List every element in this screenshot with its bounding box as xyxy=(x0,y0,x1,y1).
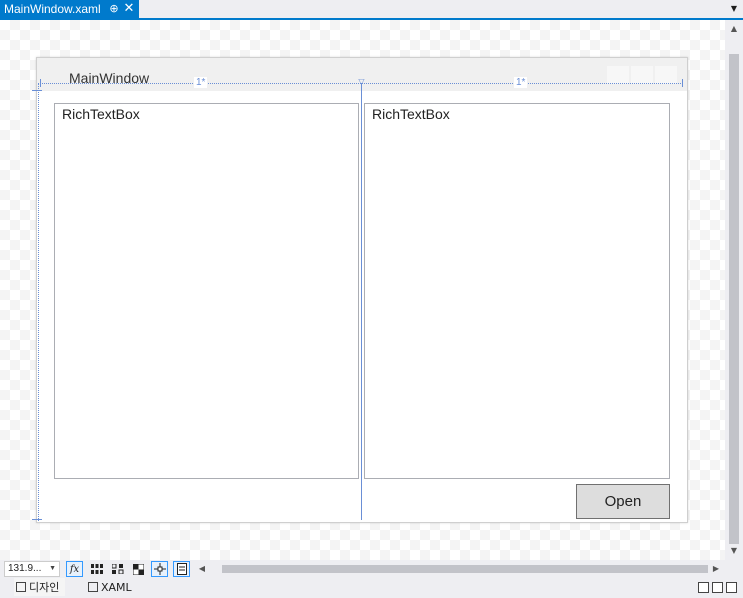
minimize-button xyxy=(607,66,629,84)
horizontal-split-icon[interactable] xyxy=(712,582,723,593)
grid-column-1-width[interactable]: 1* xyxy=(194,77,208,88)
window-titlebar: MainWindow xyxy=(37,58,687,91)
horizontal-scroll-thumb[interactable] xyxy=(222,565,708,573)
document-icon xyxy=(176,563,187,575)
xaml-view-icon xyxy=(88,582,98,592)
tab-xaml[interactable]: XAML xyxy=(84,578,136,596)
grid-row-tick xyxy=(32,519,42,520)
grid-toggle-button[interactable] xyxy=(88,561,105,577)
open-button-label: Open xyxy=(604,493,642,510)
scroll-left-icon[interactable]: ◀ xyxy=(198,563,206,575)
window-close-button xyxy=(655,66,677,84)
zoom-value: 131.9... xyxy=(8,563,42,574)
richtextbox-right-text: RichTextBox xyxy=(372,106,450,122)
chevron-down-icon: ▼ xyxy=(49,565,56,572)
grid-splitter-line[interactable] xyxy=(361,83,362,520)
view-switch-bar: 디자인 XAML xyxy=(0,578,743,598)
richtextbox-left-text: RichTextBox xyxy=(62,106,140,122)
document-tab-strip: MainWindow.xaml ⊕ ✕ ▼ xyxy=(0,0,743,20)
grid-guide-tick xyxy=(40,79,41,87)
tab-design-label: 디자인 xyxy=(29,581,60,594)
design-view-icon xyxy=(16,582,26,592)
close-icon[interactable]: ✕ xyxy=(122,1,136,17)
snaplines-icon xyxy=(153,563,166,575)
zoom-select[interactable]: 131.9... ▼ xyxy=(4,561,60,577)
chevron-down-icon[interactable]: ▼ xyxy=(729,3,739,15)
fx-icon: fx xyxy=(69,563,80,575)
open-button[interactable]: Open xyxy=(576,484,670,519)
effects-button[interactable]: fx xyxy=(66,561,83,577)
scroll-up-icon[interactable]: ▲ xyxy=(729,24,739,34)
maximize-button xyxy=(631,66,653,84)
vertical-scrollbar[interactable]: ▲ ▼ xyxy=(725,20,743,560)
designer-toolbar: 131.9... ▼ fx ◀ ▶ xyxy=(0,560,743,578)
scroll-down-icon[interactable]: ▼ xyxy=(729,546,739,556)
tab-title: MainWindow.xaml xyxy=(4,2,101,16)
richtextbox-left[interactable]: RichTextBox xyxy=(54,103,359,479)
richtextbox-right[interactable]: RichTextBox xyxy=(364,103,670,479)
checkerboard-icon xyxy=(133,563,144,575)
scroll-right-icon[interactable]: ▶ xyxy=(712,563,720,575)
pin-icon[interactable]: ⊕ xyxy=(107,1,121,17)
triangle-down-icon[interactable]: ▽ xyxy=(357,78,366,86)
grid-icon xyxy=(90,564,103,574)
snap-snaplines-button[interactable] xyxy=(151,561,168,577)
grid-row-tick xyxy=(32,90,42,91)
vertical-scroll-thumb[interactable] xyxy=(729,54,739,544)
collapse-pane-icon[interactable] xyxy=(726,582,737,593)
grid-row-guide xyxy=(38,83,39,521)
grid-column-2-width[interactable]: 1* xyxy=(514,77,528,88)
tab-xaml-label: XAML xyxy=(101,580,132,594)
tab-design[interactable]: 디자인 xyxy=(14,578,66,596)
transparency-button[interactable] xyxy=(130,561,147,577)
snap-grid-button[interactable] xyxy=(109,561,126,577)
snap-grid-icon xyxy=(111,564,123,574)
tab-mainwindow-xaml[interactable]: MainWindow.xaml ⊕ ✕ xyxy=(0,0,139,18)
project-code-button[interactable] xyxy=(173,561,190,577)
vertical-split-icon[interactable] xyxy=(698,582,709,593)
grid-guide-tick xyxy=(682,79,683,87)
